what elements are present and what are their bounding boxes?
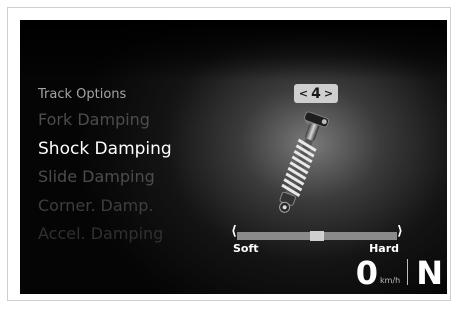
scale-right-bracket: ⟩ — [397, 224, 403, 239]
gear-indicator: N — [416, 254, 443, 292]
menu-item-corner-damping[interactable]: Corner. Damp. — [38, 192, 172, 221]
menu-item-fork-damping[interactable]: Fork Damping — [38, 106, 172, 135]
decrease-arrow-icon[interactable]: < — [299, 87, 308, 100]
speed-unit: km/h — [380, 276, 401, 285]
top-shade — [20, 20, 447, 80]
dashboard-screen: Track Options Fork Damping Shock Damping… — [20, 20, 447, 294]
damping-value: 4 — [311, 85, 321, 102]
damping-value-selector[interactable]: < 4 > — [294, 84, 338, 103]
increase-arrow-icon[interactable]: > — [324, 87, 333, 100]
menu-header: Track Options — [38, 87, 127, 102]
rear-shock-absorber-icon — [279, 111, 329, 213]
menu-item-accel-damping[interactable]: Accel. Damping — [38, 220, 172, 249]
menu-item-shock-damping[interactable]: Shock Damping — [38, 135, 172, 164]
menu-item-slide-damping[interactable]: Slide Damping — [38, 163, 172, 192]
status-bar: 0 km/h N — [356, 253, 443, 289]
damping-menu: Track Options Fork Damping Shock Damping… — [38, 84, 172, 249]
soft-label: Soft — [233, 242, 259, 255]
speed-readout: 0 — [355, 254, 379, 292]
status-divider — [407, 259, 409, 285]
scale-center-tick: ⁝ — [322, 231, 325, 241]
damping-scale[interactable]: ⟨ ⁝ ⟩ Soft Hard — [231, 224, 403, 256]
